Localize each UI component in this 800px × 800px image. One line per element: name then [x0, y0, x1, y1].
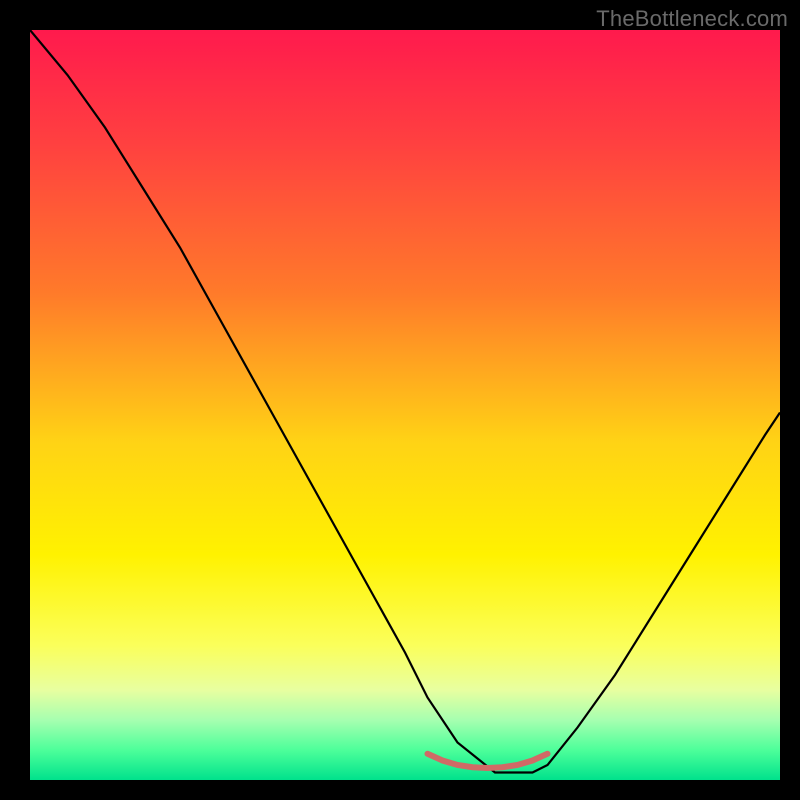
chart-plot-area	[30, 30, 780, 780]
chart-svg	[30, 30, 780, 780]
chart-background	[30, 30, 780, 780]
watermark-text: TheBottleneck.com	[596, 6, 788, 32]
